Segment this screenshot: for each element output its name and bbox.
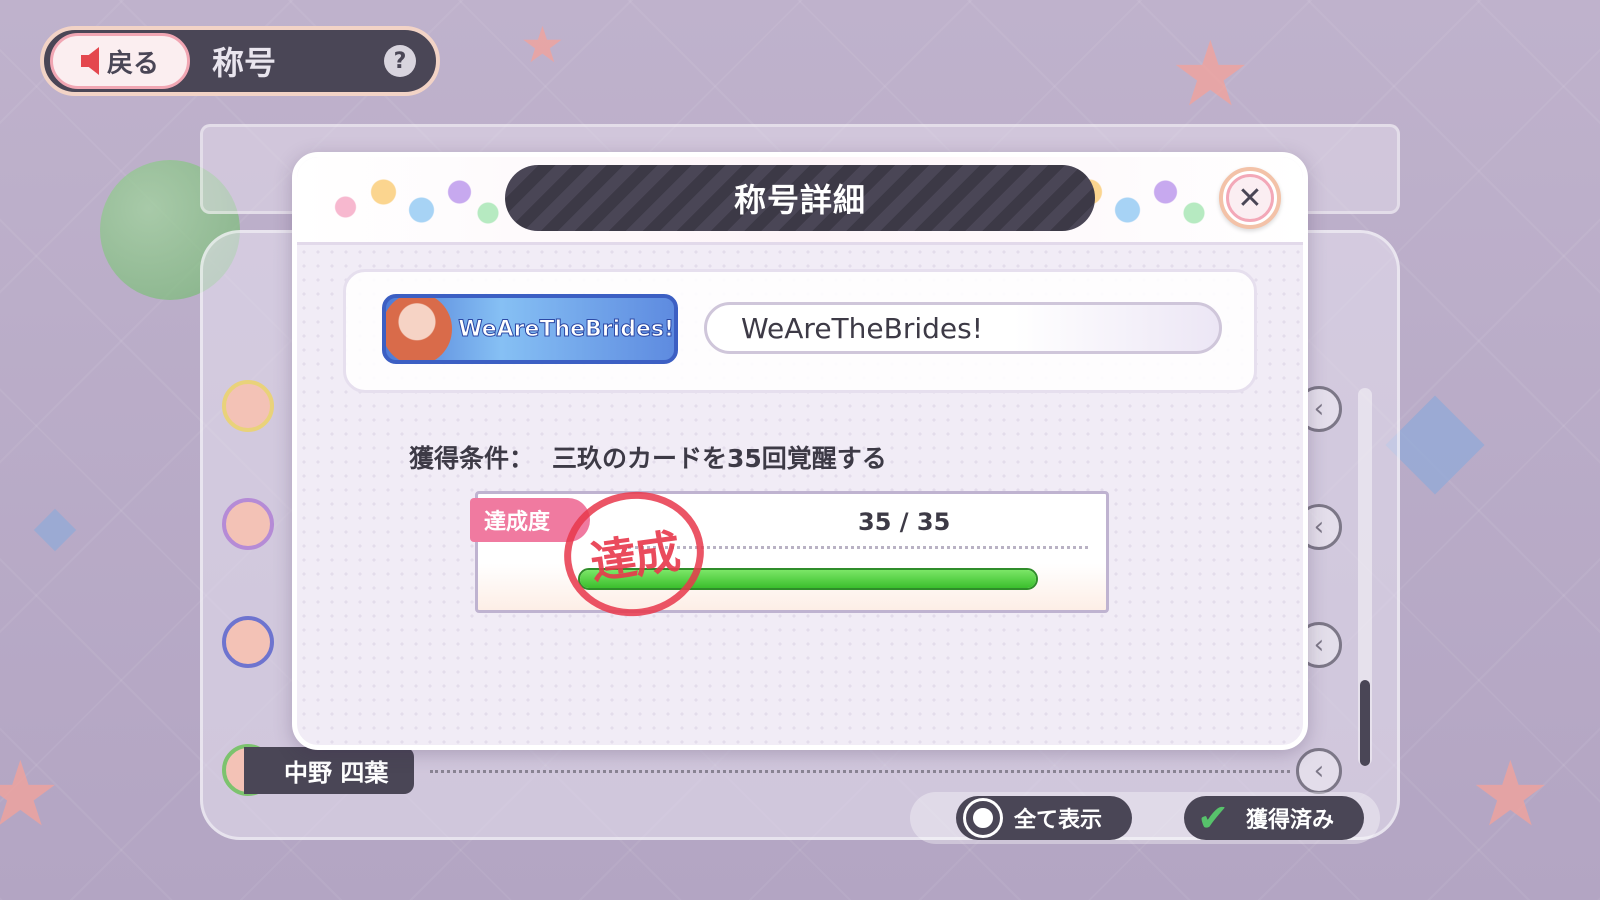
flower-decoration-icon: [317, 171, 507, 231]
title-plate: WeAreTheBrides!: [382, 294, 678, 364]
character-avatar: [386, 298, 453, 360]
avatar: [222, 498, 274, 550]
show-all-filter-button[interactable]: 全て表示: [956, 796, 1133, 840]
divider: [430, 770, 1290, 773]
star-decoration-icon: ★: [0, 742, 61, 847]
radio-icon: [966, 801, 1000, 835]
list-item-name: 中野 四葉: [244, 746, 415, 794]
achievement-progress: 達成度 35 / 35 達成: [470, 482, 1109, 626]
stamp-text: 達成: [587, 524, 682, 590]
dialog-title: 称号詳細: [733, 181, 866, 219]
star-decoration-icon: ★: [1470, 742, 1551, 847]
title-card: WeAreTheBrides! WeAreTheBrides!: [343, 269, 1257, 393]
chevron-left-icon[interactable]: ‹: [1296, 748, 1342, 794]
show-all-label: 全て表示: [1014, 808, 1103, 833]
avatar: [222, 616, 274, 668]
condition-label: 獲得条件：: [409, 444, 535, 473]
scrollbar-thumb[interactable]: [1360, 680, 1370, 766]
question-icon[interactable]: ?: [384, 45, 416, 77]
avatar: [222, 380, 274, 432]
title-name: WeAreTheBrides!: [741, 311, 983, 345]
page-title: 称号: [212, 44, 277, 82]
dialog-title-bar: 称号詳細: [505, 165, 1095, 231]
star-decoration-icon: ★: [520, 16, 565, 74]
list-item[interactable]: [222, 498, 274, 550]
acquired-filter-button[interactable]: ✔ 獲得済み: [1184, 796, 1365, 840]
left-arrow-icon: [80, 47, 99, 75]
acquisition-condition: 獲得条件： 三玖のカードを35回覚醒する: [409, 439, 887, 475]
close-icon: ✕: [1226, 174, 1274, 222]
list-item[interactable]: 中野 四葉: [222, 744, 415, 796]
acquired-label: 獲得済み: [1246, 808, 1335, 833]
condition-text: 三玖のカードを35回覚醒する: [552, 444, 887, 473]
progress-count: 35 / 35: [858, 508, 951, 536]
header-bar: 戻る 称号 ?: [40, 26, 440, 96]
dialog-header: 称号詳細 ✕: [297, 157, 1303, 245]
star-decoration-icon: ★: [1170, 22, 1251, 127]
title-plate-text: WeAreTheBrides!: [458, 316, 674, 342]
back-label: 戻る: [106, 48, 159, 79]
close-button[interactable]: ✕: [1219, 167, 1281, 229]
list-item[interactable]: [222, 616, 274, 668]
back-button[interactable]: 戻る: [50, 33, 190, 89]
title-detail-dialog: 称号詳細 ✕ WeAreTheBrides! WeAreTheBrides! 獲…: [292, 152, 1308, 750]
check-icon: ✔: [1197, 796, 1229, 840]
title-name-box: WeAreTheBrides!: [704, 302, 1222, 354]
list-item[interactable]: [222, 380, 274, 432]
